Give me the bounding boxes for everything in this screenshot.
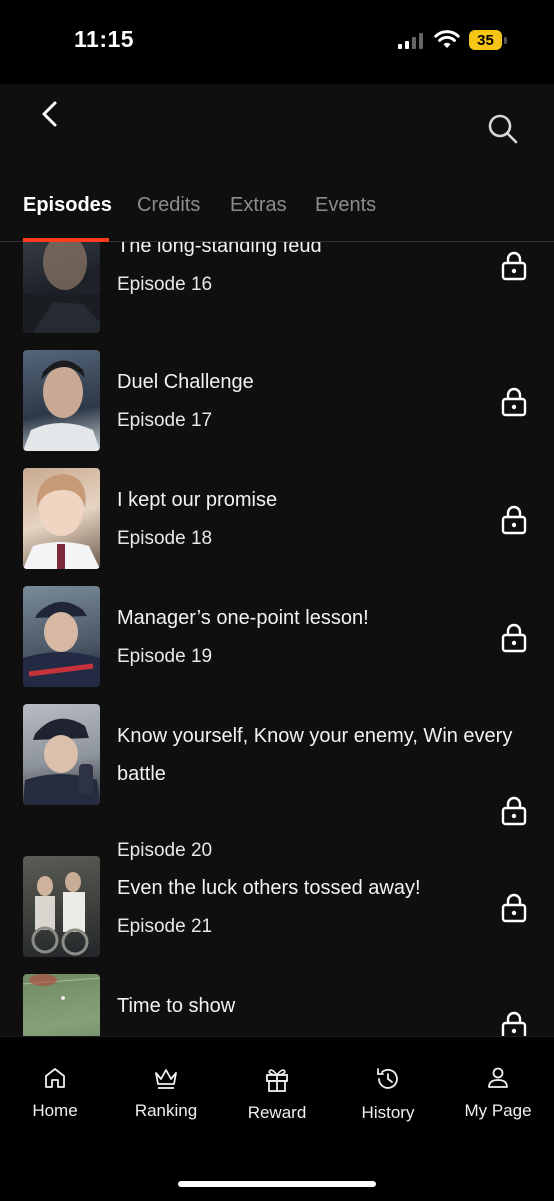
episode-number: Episode 21 bbox=[117, 916, 213, 937]
episode-row[interactable]: Manager’s one-point lesson! Episode 19 bbox=[0, 578, 554, 688]
lock-icon bbox=[501, 796, 527, 826]
nav-home-label: Home bbox=[32, 1101, 78, 1120]
user-icon bbox=[488, 1067, 508, 1088]
episode-title: Duel Challenge bbox=[117, 371, 254, 393]
search-icon[interactable] bbox=[486, 112, 520, 146]
bottom-navigation: Home Ranking Reward History My Page bbox=[0, 1036, 554, 1201]
lock-icon bbox=[501, 1011, 527, 1036]
chevron-left-icon[interactable] bbox=[38, 98, 66, 130]
nav-ranking[interactable]: Ranking bbox=[111, 1065, 221, 1121]
nav-home[interactable]: Home bbox=[0, 1065, 110, 1121]
episode-title: Know yourself, Know your enemy, Win ever… bbox=[117, 725, 513, 785]
episode-title: I kept our promise bbox=[117, 489, 278, 511]
lock-icon bbox=[501, 387, 527, 417]
gift-icon bbox=[266, 1069, 288, 1092]
nav-history-label: History bbox=[361, 1103, 415, 1122]
episode-thumbnail bbox=[23, 974, 100, 1036]
nav-my-page-label: My Page bbox=[464, 1101, 532, 1120]
episode-row[interactable]: Time to show bbox=[0, 966, 554, 1036]
cellular-signal-icon bbox=[398, 33, 423, 49]
episode-list-screen: Episodes Credits Extras Events The long-… bbox=[0, 84, 554, 1036]
episode-row[interactable]: Know yourself, Know your enemy, Win ever… bbox=[0, 696, 554, 861]
nav-ranking-label: Ranking bbox=[134, 1101, 198, 1120]
tab-extras[interactable]: Extras bbox=[230, 194, 287, 217]
episode-number: Episode 18 bbox=[117, 528, 213, 549]
episode-row[interactable]: Duel Challenge Episode 17 bbox=[0, 342, 554, 452]
episode-thumbnail bbox=[23, 704, 100, 805]
nav-my-page[interactable]: My Page bbox=[443, 1065, 553, 1121]
episode-number: Episode 16 bbox=[117, 274, 213, 295]
nav-history[interactable]: History bbox=[333, 1065, 443, 1123]
episode-thumbnail bbox=[23, 586, 100, 687]
lock-icon bbox=[501, 505, 527, 535]
wifi-icon bbox=[434, 30, 460, 48]
episode-thumbnail bbox=[23, 242, 100, 333]
lock-icon bbox=[501, 623, 527, 653]
history-icon bbox=[377, 1068, 398, 1089]
episode-row[interactable]: Even the luck others tossed away! Episod… bbox=[0, 848, 554, 958]
nav-reward[interactable]: Reward bbox=[222, 1065, 332, 1123]
crown-icon bbox=[155, 1069, 177, 1089]
episode-title: The long-standing feud bbox=[117, 242, 322, 257]
episode-thumbnail bbox=[23, 856, 100, 957]
tab-episodes[interactable]: Episodes bbox=[23, 194, 112, 217]
lock-icon bbox=[501, 893, 527, 923]
episode-list: The long-standing feud Episode 16 Duel C… bbox=[0, 242, 554, 1036]
episode-title: Manager’s one-point lesson! bbox=[117, 607, 369, 629]
episode-thumbnail bbox=[23, 468, 100, 569]
episode-thumbnail bbox=[23, 350, 100, 451]
battery-icon: 35 bbox=[469, 30, 507, 52]
battery-level: 35 bbox=[469, 30, 502, 50]
home-icon bbox=[45, 1068, 65, 1088]
tab-credits[interactable]: Credits bbox=[137, 194, 200, 217]
episode-title: Even the luck others tossed away! bbox=[117, 877, 421, 899]
nav-reward-label: Reward bbox=[247, 1103, 307, 1122]
home-indicator[interactable] bbox=[178, 1181, 376, 1187]
status-bar: 11:15 35 bbox=[0, 0, 554, 84]
lock-icon bbox=[501, 251, 527, 281]
episode-row[interactable]: The long-standing feud Episode 16 bbox=[0, 242, 554, 334]
tab-events[interactable]: Events bbox=[315, 194, 376, 217]
episode-number: Episode 19 bbox=[117, 646, 213, 667]
status-time: 11:15 bbox=[74, 26, 135, 52]
episode-title: Time to show bbox=[117, 995, 236, 1017]
episode-number: Episode 17 bbox=[117, 410, 213, 431]
episode-row[interactable]: I kept our promise Episode 18 bbox=[0, 460, 554, 570]
content-tabs: Episodes Credits Extras Events bbox=[0, 188, 554, 242]
